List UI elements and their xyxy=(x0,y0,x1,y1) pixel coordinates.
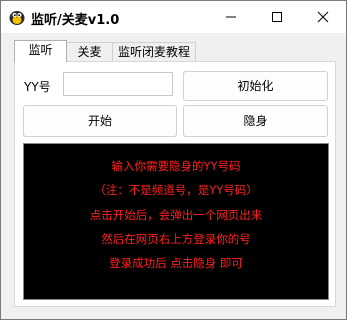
instruction-line: 然后在网页右上方登录你的号 xyxy=(101,232,251,246)
instruction-line: （注：不是频道号，是YY号码） xyxy=(94,183,258,197)
start-button[interactable]: 开始 xyxy=(23,105,177,137)
app-bird-icon xyxy=(9,11,25,25)
monitor-tab-panel: YY号 初始化 开始 隐身 输入你需要隐身的YY号码 （注：不是频道号，是YY号… xyxy=(14,61,336,307)
instruction-line: 输入你需要隐身的YY号码 xyxy=(111,159,241,173)
maximize-button[interactable] xyxy=(254,1,300,33)
yy-number-label: YY号 xyxy=(24,80,51,94)
close-button[interactable] xyxy=(300,1,346,33)
minimize-icon xyxy=(226,16,236,18)
close-icon xyxy=(317,11,329,23)
instruction-line: 点击开始后，会弹出一个网页出来 xyxy=(89,208,263,222)
hide-button[interactable]: 隐身 xyxy=(183,105,328,137)
instructions-console: 输入你需要隐身的YY号码 （注：不是频道号，是YY号码） 点击开始后，会弹出一个… xyxy=(23,143,329,300)
window-title: 监听/关麦v1.0 xyxy=(31,13,120,28)
instruction-line: 登录成功后 点击隐身 即可 xyxy=(109,256,243,270)
tab-mute-mic[interactable]: 关麦 xyxy=(65,42,114,62)
app-window: 监听/关麦v1.0 监听 关麦 监听闭麦教程 YY号 初始化 开始 隐身 输入你… xyxy=(0,0,347,320)
title-bar[interactable]: 监听/关麦v1.0 xyxy=(1,1,346,33)
yy-number-input[interactable] xyxy=(63,72,173,96)
tab-monitor[interactable]: 监听 xyxy=(14,40,67,62)
initialize-button[interactable]: 初始化 xyxy=(183,71,328,101)
tab-tutorial[interactable]: 监听闭麦教程 xyxy=(112,42,196,62)
maximize-icon xyxy=(272,12,282,22)
minimize-button[interactable] xyxy=(208,1,254,33)
